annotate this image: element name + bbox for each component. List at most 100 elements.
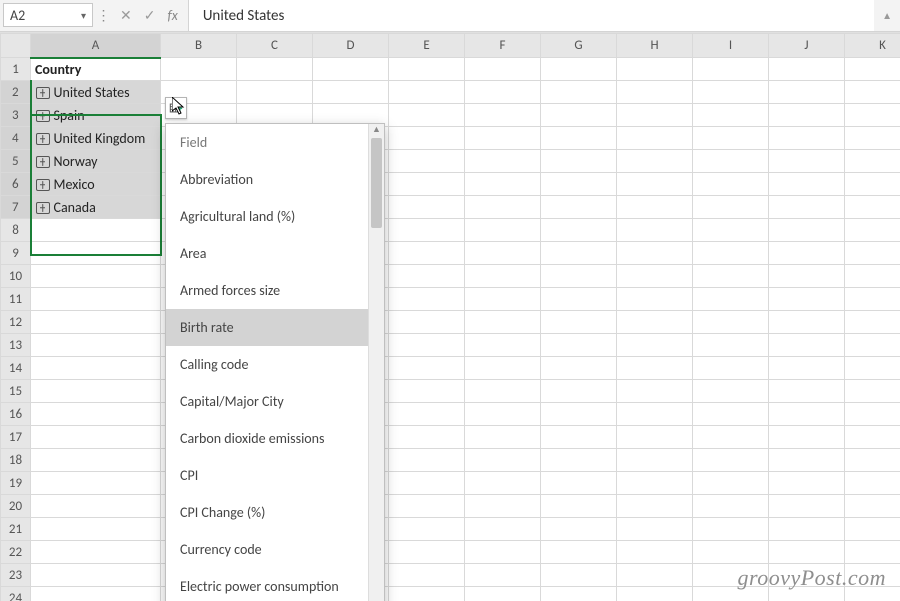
cell[interactable] — [693, 518, 769, 541]
row-header[interactable]: 23 — [1, 564, 31, 587]
cell[interactable] — [769, 449, 845, 472]
cell-country[interactable]: Spain — [31, 104, 161, 127]
cell[interactable] — [31, 265, 161, 288]
cell-country[interactable]: United Kingdom — [31, 127, 161, 150]
cell[interactable] — [617, 426, 693, 449]
cell[interactable] — [693, 426, 769, 449]
cell[interactable] — [541, 564, 617, 587]
cell[interactable] — [465, 104, 541, 127]
row-header[interactable]: 18 — [1, 449, 31, 472]
cell[interactable] — [769, 127, 845, 150]
cell[interactable] — [769, 380, 845, 403]
cell[interactable] — [845, 311, 900, 334]
cell[interactable] — [541, 265, 617, 288]
cell[interactable] — [465, 449, 541, 472]
cell[interactable] — [31, 472, 161, 495]
field-list-item[interactable]: CPI — [166, 457, 368, 494]
cell[interactable] — [161, 58, 237, 81]
row-header[interactable]: 7 — [1, 196, 31, 219]
cell[interactable] — [541, 357, 617, 380]
cell[interactable] — [845, 104, 900, 127]
cell[interactable] — [693, 219, 769, 242]
cell[interactable] — [845, 58, 900, 81]
cell[interactable] — [617, 334, 693, 357]
cell[interactable] — [769, 472, 845, 495]
column-header[interactable]: I — [693, 34, 769, 58]
cell[interactable] — [465, 426, 541, 449]
cell[interactable] — [693, 334, 769, 357]
cell[interactable] — [389, 288, 465, 311]
cell[interactable] — [541, 495, 617, 518]
field-list-item[interactable]: Armed forces size — [166, 272, 368, 309]
cell[interactable] — [845, 196, 900, 219]
cell[interactable] — [465, 150, 541, 173]
cell[interactable] — [617, 311, 693, 334]
cell[interactable] — [693, 265, 769, 288]
cell[interactable] — [769, 81, 845, 104]
row-header[interactable]: 9 — [1, 242, 31, 265]
cell[interactable] — [389, 196, 465, 219]
cell[interactable] — [693, 104, 769, 127]
cell[interactable] — [465, 242, 541, 265]
cell[interactable] — [617, 81, 693, 104]
cell[interactable] — [465, 587, 541, 601]
cell[interactable] — [617, 219, 693, 242]
cell[interactable] — [389, 357, 465, 380]
column-header[interactable]: K — [845, 34, 900, 58]
name-box[interactable]: A2 ▾ — [3, 3, 93, 27]
cell[interactable] — [541, 380, 617, 403]
cell[interactable] — [31, 357, 161, 380]
cell[interactable] — [769, 58, 845, 81]
cell[interactable] — [389, 104, 465, 127]
cell[interactable] — [693, 495, 769, 518]
cell[interactable] — [617, 472, 693, 495]
cell[interactable] — [769, 288, 845, 311]
cell[interactable] — [845, 357, 900, 380]
cell[interactable] — [389, 242, 465, 265]
cell[interactable] — [389, 587, 465, 601]
row-header[interactable]: 11 — [1, 288, 31, 311]
cell[interactable] — [617, 58, 693, 81]
cell[interactable] — [465, 81, 541, 104]
field-list[interactable]: FieldAbbreviationAgricultural land (%)Ar… — [166, 124, 368, 601]
cell[interactable] — [617, 173, 693, 196]
fx-icon[interactable]: fx — [167, 7, 177, 24]
cell-country[interactable]: Norway — [31, 150, 161, 173]
cell[interactable] — [31, 495, 161, 518]
cell[interactable] — [769, 357, 845, 380]
cell[interactable] — [31, 426, 161, 449]
cell[interactable] — [31, 541, 161, 564]
cell[interactable] — [845, 564, 900, 587]
cell[interactable] — [389, 380, 465, 403]
row-header[interactable]: 21 — [1, 518, 31, 541]
cell[interactable] — [693, 472, 769, 495]
cell[interactable] — [769, 242, 845, 265]
cell[interactable] — [769, 587, 845, 601]
cell[interactable] — [465, 219, 541, 242]
cell[interactable] — [389, 311, 465, 334]
cell[interactable] — [617, 564, 693, 587]
cell[interactable] — [389, 150, 465, 173]
cell[interactable] — [617, 242, 693, 265]
cell[interactable] — [617, 265, 693, 288]
field-list-item[interactable]: Abbreviation — [166, 161, 368, 198]
cell[interactable] — [237, 58, 313, 81]
cell[interactable] — [541, 449, 617, 472]
cell[interactable] — [845, 518, 900, 541]
cell[interactable] — [845, 173, 900, 196]
cell[interactable] — [541, 587, 617, 601]
popup-scrollbar[interactable]: ▲ ▼ — [368, 124, 384, 601]
cell[interactable] — [541, 81, 617, 104]
cell[interactable] — [617, 380, 693, 403]
cell[interactable] — [541, 541, 617, 564]
cell[interactable] — [31, 587, 161, 601]
column-header[interactable]: J — [769, 34, 845, 58]
cell[interactable] — [465, 495, 541, 518]
field-list-item[interactable]: Electric power consumption — [166, 568, 368, 601]
worksheet-grid[interactable]: ABCDEFGHIJK1Country2United States3Spain4… — [0, 32, 900, 601]
cell[interactable] — [31, 242, 161, 265]
cell[interactable] — [769, 334, 845, 357]
cell[interactable] — [617, 587, 693, 601]
field-list-item[interactable]: Area — [166, 235, 368, 272]
cell-country[interactable]: United States — [31, 81, 161, 104]
